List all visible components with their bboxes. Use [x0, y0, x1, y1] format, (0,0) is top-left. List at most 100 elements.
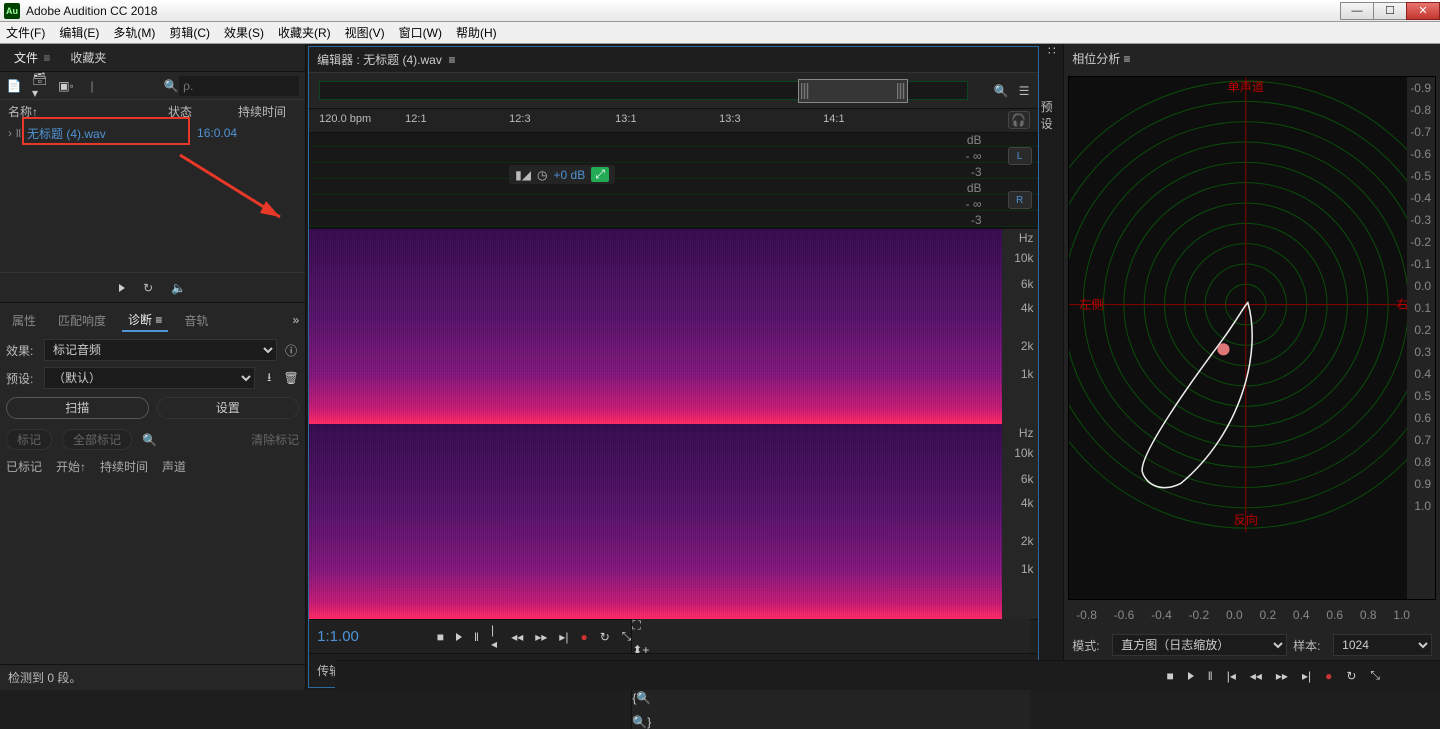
rewind-button[interactable]: ◂◂	[511, 630, 523, 644]
g-loop[interactable]: ↻	[1346, 669, 1356, 683]
app-logo-icon: Au	[4, 3, 20, 19]
tab-favorites[interactable]: 收藏夹	[60, 45, 116, 70]
tab-properties[interactable]: 属性	[6, 310, 42, 331]
hud-expand-icon[interactable]: ⤢	[591, 167, 609, 182]
search-input[interactable]	[179, 76, 299, 96]
effect-label: 效果:	[6, 342, 38, 359]
g-skip-start[interactable]: |◂	[1227, 669, 1236, 683]
maximize-button[interactable]: ☐	[1373, 2, 1407, 20]
preview-play-icon[interactable]	[119, 284, 125, 292]
skip-start-button[interactable]: |◂	[491, 623, 499, 651]
col-duration[interactable]: 持续时间	[238, 103, 286, 120]
channel-left-badge[interactable]: L	[1008, 147, 1032, 165]
preview-autoplay-icon[interactable]: 🔈	[171, 281, 186, 295]
file-row[interactable]: › ⧘⧙ 无标题 (4).wav 16:0.04	[0, 122, 305, 144]
clear-marks-button[interactable]: 清除标记	[251, 431, 299, 448]
open-file-icon[interactable]: 📄	[6, 78, 22, 94]
col-status[interactable]: 状态	[168, 103, 238, 120]
pause-button[interactable]: ‖	[474, 630, 479, 644]
preview-loop-icon[interactable]: ↻	[143, 281, 153, 295]
divider-icon: |	[84, 78, 100, 94]
save-preset-icon[interactable]: ⭳	[261, 370, 277, 386]
tab-diagnostics[interactable]: 诊断 ≡	[122, 309, 168, 332]
g-record[interactable]: ●	[1325, 669, 1332, 683]
marks-columns: 已标记 开始↑ 持续时间 声道	[6, 458, 299, 475]
menu-help[interactable]: 帮助(H)	[456, 24, 497, 41]
preset-select[interactable]: （默认）	[44, 367, 255, 389]
file-columns-header: 名称↑ 状态 持续时间	[0, 100, 305, 122]
svg-text:单声道: 单声道	[1228, 80, 1265, 94]
hud-db-value: +0 dB	[554, 168, 586, 182]
mark-search-input[interactable]	[167, 433, 227, 447]
import-icon[interactable]: 🗃▾	[32, 78, 48, 94]
zoom-sel-icon[interactable]: ⛶	[632, 618, 1029, 633]
tab-files[interactable]: 文件 ≡	[4, 45, 60, 70]
info-icon[interactable]: ⓘ	[283, 342, 299, 358]
record-icon[interactable]: ▣◦	[58, 78, 74, 94]
transport-bar: 1:1.00 ■ ‖ |◂ ◂◂ ▸▸ ▸| ● ↻ ⤡ 🔍+ 🔍- ⛶ ⛶ ⬍…	[309, 619, 1037, 653]
menu-edit[interactable]: 编辑(E)	[59, 24, 99, 41]
mode-select[interactable]: 直方图（日志缩放）	[1112, 634, 1287, 656]
mark-all-button[interactable]: 全部标记	[62, 429, 132, 450]
svg-text:左侧: 左侧	[1079, 297, 1103, 312]
menu-multitrack[interactable]: 多轨(M)	[113, 24, 155, 41]
global-transport: ■ ‖ |◂ ◂◂ ▸▸ ▸| ● ↻ ⤡	[335, 660, 1440, 690]
files-panel-tabs: 文件 ≡ 收藏夹	[0, 44, 305, 72]
zoom-in-point-icon[interactable]: {🔍	[632, 691, 1029, 705]
g-play[interactable]	[1188, 672, 1194, 680]
spectrogram-right[interactable]: Hz 10k 6k 4k 2k 1k	[309, 424, 1037, 619]
play-button[interactable]	[456, 633, 462, 641]
mark-search-icon[interactable]: 🔍	[142, 433, 157, 447]
record-button[interactable]: ●	[580, 630, 587, 644]
navigator-thumb[interactable]	[798, 79, 908, 103]
g-pause[interactable]: ‖	[1208, 669, 1213, 683]
phase-scope[interactable]: 单声道 左侧 右侧 反向 -0.9 -0.8 -0.7 -0.6 -0.5 -0…	[1068, 76, 1436, 600]
channel-right-badge[interactable]: R	[1008, 191, 1032, 209]
skip-end-button[interactable]: ▸|	[559, 630, 568, 644]
menu-favorites[interactable]: 收藏夹(R)	[278, 24, 331, 41]
forward-button[interactable]: ▸▸	[535, 630, 547, 644]
effect-select[interactable]: 标记音频	[44, 339, 277, 361]
g-rewind[interactable]: ◂◂	[1250, 669, 1262, 683]
zoom-tool-icon[interactable]: 🔍	[994, 84, 1009, 98]
time-ruler[interactable]: 120.0 bpm 12:1 12:3 13:1 13:3 14:1 🎧	[309, 109, 1037, 133]
volume-hud[interactable]: ▮◢ ◷ +0 dB ⤢	[509, 165, 615, 184]
list-view-icon[interactable]: ☰	[1019, 84, 1030, 98]
file-search[interactable]: 🔍	[163, 76, 299, 96]
overflow-icon[interactable]: »	[292, 313, 299, 327]
g-forward[interactable]: ▸▸	[1276, 669, 1288, 683]
mode-label: 模式:	[1072, 637, 1106, 654]
db-scale: dB - ∞ -3 dB - ∞ -3	[962, 133, 982, 227]
delete-preset-icon[interactable]: 🗑	[283, 370, 299, 386]
tab-tracks[interactable]: 音轨	[178, 310, 214, 331]
loop-button[interactable]: ↻	[600, 630, 610, 644]
time-display[interactable]: 1:1.00	[317, 628, 417, 645]
navigator[interactable]: 🔍 ☰	[309, 73, 1037, 109]
menu-clip[interactable]: 剪辑(C)	[169, 24, 210, 41]
scan-button[interactable]: 扫描	[6, 397, 149, 419]
phase-tab[interactable]: 相位分析 ≡	[1072, 50, 1130, 67]
mark-button[interactable]: 标记	[6, 429, 52, 450]
menu-file[interactable]: 文件(F)	[6, 24, 45, 41]
tab-match-loudness[interactable]: 匹配响度	[52, 310, 112, 331]
spectrogram-left[interactable]: Hz 10k 6k 4k 2k 1k	[309, 229, 1037, 424]
stop-button[interactable]: ■	[437, 630, 444, 644]
menu-window[interactable]: 窗口(W)	[399, 24, 442, 41]
waveform-view[interactable]: ▮◢ ◷ +0 dB ⤢ dB - ∞ -3 dB - ∞ -3 L R	[309, 133, 1037, 229]
close-button[interactable]: ✕	[1406, 2, 1440, 20]
pin-icon[interactable]: 🎧	[1008, 111, 1030, 129]
g-skip-end[interactable]: ▸|	[1302, 669, 1311, 683]
skip-selection-button[interactable]: ⤡	[622, 629, 632, 644]
zoom-out-point-icon[interactable]: 🔍}	[632, 715, 1029, 729]
samples-select[interactable]: 1024	[1333, 634, 1432, 656]
presets-peek[interactable]: ∷ 预设	[1041, 44, 1064, 690]
settings-button[interactable]: 设置	[157, 397, 300, 419]
g-skip[interactable]: ⤡	[1370, 668, 1380, 683]
g-stop[interactable]: ■	[1166, 669, 1173, 683]
menu-view[interactable]: 视图(V)	[345, 24, 385, 41]
minimize-button[interactable]: —	[1340, 2, 1374, 20]
col-name[interactable]: 名称↑	[8, 103, 168, 120]
menu-effects[interactable]: 效果(S)	[224, 24, 264, 41]
editor-tab[interactable]: 编辑器 : 无标题 (4).wav ≡	[317, 51, 455, 68]
files-toolbar: 📄 🗃▾ ▣◦ | 🔍	[0, 72, 305, 100]
